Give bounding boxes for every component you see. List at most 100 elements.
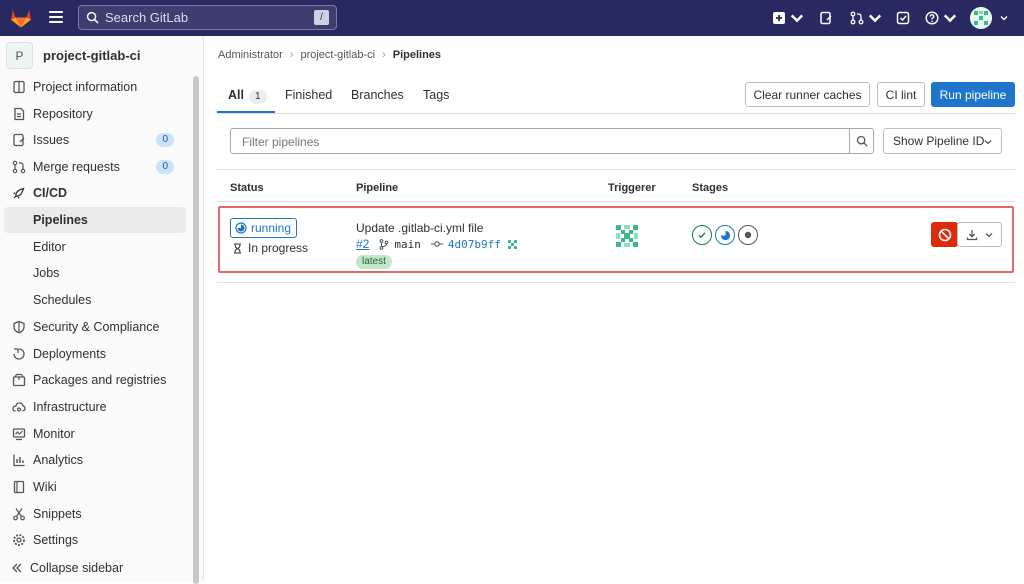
stage-success-button[interactable] [692, 225, 712, 245]
sidebar-item-deployments[interactable]: Deployments [4, 341, 186, 367]
sidebar-item-jobs[interactable]: Jobs [4, 260, 186, 286]
sidebar-item-project-information[interactable]: Project information [4, 74, 186, 100]
sidebar-item-wiki[interactable]: Wiki [4, 474, 186, 500]
clear-runner-caches-button[interactable]: Clear runner caches [745, 82, 870, 107]
gitlab-logo-icon[interactable] [9, 6, 33, 30]
plus-square-icon [773, 12, 785, 24]
download-artifacts-button[interactable] [957, 222, 1002, 247]
tab-tags[interactable]: Tags [423, 88, 449, 102]
issues-top-button[interactable] [819, 9, 833, 27]
hourglass-icon [234, 243, 241, 253]
filter-pipelines-input[interactable]: Filter pipelines [230, 128, 874, 154]
column-header-status: Status [230, 182, 264, 194]
cancel-icon [938, 228, 951, 241]
chevron-down-icon [984, 140, 992, 145]
pipeline-id-select[interactable]: Show Pipeline ID [883, 128, 1002, 154]
commit-author-avatar[interactable] [506, 238, 518, 250]
sidebar-item-label: Analytics [33, 453, 84, 467]
table-divider [217, 201, 1015, 202]
issues-icon [820, 11, 832, 25]
status-badge[interactable]: running [230, 218, 298, 238]
branch-icon [379, 238, 389, 250]
sidebar-item-issues[interactable]: Issues 0 [4, 127, 186, 153]
run-pipeline-button[interactable]: Run pipeline [931, 82, 1015, 107]
double-chevron-left-icon [10, 561, 24, 575]
sidebar-item-label: Settings [33, 533, 79, 547]
chevron-down-icon [868, 14, 882, 23]
sidebar-item-label: Pipelines [33, 213, 88, 227]
sidebar-item-merge-requests[interactable]: Merge requests 0 [4, 154, 186, 180]
sidebar-scrollbar[interactable] [193, 76, 199, 584]
merge-request-icon [12, 160, 26, 174]
chevron-down-icon [985, 232, 993, 237]
top-navbar: Search GitLab / [0, 0, 1024, 36]
sidebar-item-pipelines[interactable]: Pipelines [4, 207, 186, 233]
book-icon [12, 480, 26, 494]
user-avatar[interactable] [970, 7, 992, 29]
breadcrumb-item[interactable]: project-gitlab-ci [300, 49, 375, 61]
new-menu-button[interactable] [772, 9, 804, 27]
branch-name[interactable]: main [394, 238, 421, 251]
rocket-icon [12, 186, 26, 200]
sidebar-item-security-compliance[interactable]: Security & Compliance [4, 314, 186, 340]
tab-finished[interactable]: Finished [285, 88, 332, 102]
pipeline-commit-title[interactable]: Update .gitlab-ci.yml file [356, 221, 483, 235]
issues-count-badge: 0 [156, 133, 174, 147]
sidebar-item-analytics[interactable]: Analytics [4, 447, 186, 473]
breadcrumb-separator-icon: › [289, 49, 294, 61]
todos-top-button[interactable] [896, 9, 910, 27]
cancel-pipeline-button[interactable] [931, 222, 958, 247]
sidebar-item-infrastructure[interactable]: Infrastructure [4, 394, 186, 420]
chevron-down-icon[interactable] [1000, 14, 1008, 22]
sidebar-item-label: Jobs [33, 266, 60, 280]
sidebar-item-schedules[interactable]: Schedules [4, 287, 186, 313]
identicon-icon [970, 7, 992, 29]
commit-sha-link[interactable]: 4d07b9ff [448, 238, 501, 251]
ci-lint-button[interactable]: CI lint [877, 82, 925, 107]
project-avatar: P [6, 42, 33, 69]
shield-icon [12, 320, 26, 334]
sidebar-item-packages-registries[interactable]: Packages and registries [4, 367, 186, 393]
active-tab-indicator [217, 111, 275, 113]
monitor-icon [12, 427, 26, 441]
sidebar-item-settings[interactable]: Settings [4, 527, 186, 553]
filter-placeholder: Filter pipelines [242, 135, 320, 149]
menu-icon[interactable] [49, 11, 63, 23]
tab-branches[interactable]: Branches [351, 88, 404, 102]
sidebar-item-monitor[interactable]: Monitor [4, 421, 186, 447]
repository-icon [12, 107, 26, 121]
breadcrumb-item[interactable]: Administrator [218, 49, 283, 61]
check-icon [698, 232, 706, 239]
status-detail-label: In progress [248, 241, 309, 255]
status-detail: In progress [233, 241, 308, 255]
tab-all[interactable]: All 1 [228, 88, 267, 104]
merge-requests-top-button[interactable] [850, 9, 882, 27]
stage-created-button[interactable] [738, 225, 758, 245]
sidebar-item-repository[interactable]: Repository [4, 101, 186, 127]
sidebar-item-ci-cd[interactable]: CI/CD [4, 180, 186, 206]
cloud-gear-icon [12, 400, 26, 414]
filter-search-button[interactable] [849, 129, 873, 153]
sidebar-item-snippets[interactable]: Snippets [4, 501, 186, 527]
sidebar-item-label: Monitor [33, 427, 75, 441]
triggerer-avatar[interactable] [613, 222, 641, 250]
table-divider [217, 282, 1015, 283]
status-running-icon [720, 230, 730, 240]
help-menu-button[interactable] [925, 9, 957, 27]
sidebar-project-header[interactable]: P project-gitlab-ci [6, 42, 141, 69]
status-running-icon [235, 222, 247, 234]
search-input[interactable]: Search GitLab / [78, 5, 337, 30]
tab-count-badge: 1 [248, 90, 267, 104]
search-icon [86, 11, 99, 24]
sidebar-item-label: Project information [33, 80, 138, 94]
sidebar-item-editor[interactable]: Editor [4, 234, 186, 260]
search-icon [856, 135, 868, 147]
project-name: project-gitlab-ci [43, 48, 141, 63]
sidebar-item-label: Schedules [33, 293, 92, 307]
issues-icon [12, 133, 26, 147]
pipeline-meta: #2 main 4d07b9ff [356, 237, 518, 251]
collapse-sidebar-button[interactable]: Collapse sidebar [4, 555, 186, 581]
stage-running-button[interactable] [715, 225, 735, 245]
sidebar-item-label: Merge requests [33, 160, 120, 174]
pipeline-id-link[interactable]: #2 [356, 237, 369, 251]
